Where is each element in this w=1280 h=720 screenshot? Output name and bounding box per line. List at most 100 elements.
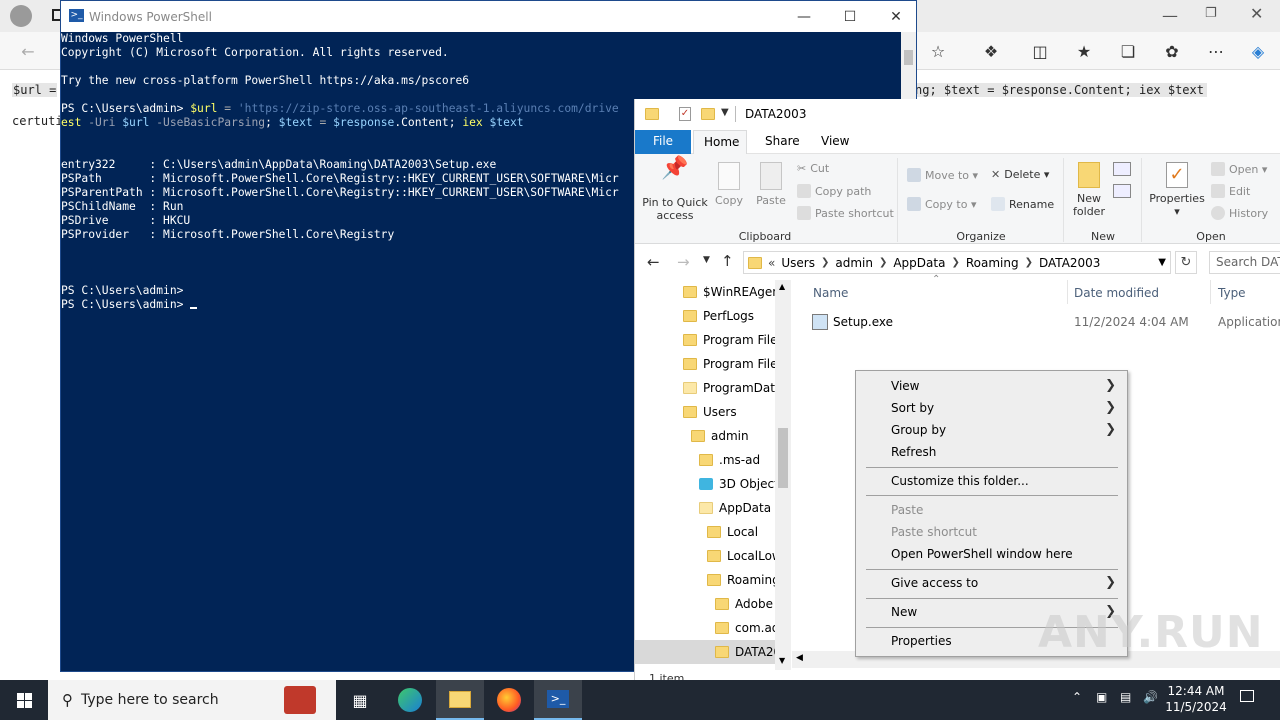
back-arrow-icon[interactable]: ← (647, 253, 660, 271)
file-row[interactable]: Setup.exe (812, 314, 893, 330)
search-input[interactable]: Search DATA (1209, 251, 1280, 274)
paste-button[interactable]: Paste (753, 162, 789, 207)
nav-item[interactable]: com.ad (715, 616, 779, 640)
taskbar-file-explorer[interactable] (436, 680, 484, 720)
menu-item-refresh[interactable]: Refresh (859, 441, 1124, 463)
start-button[interactable] (0, 680, 48, 720)
cut-button[interactable]: ✂ Cut (797, 162, 829, 175)
copy-to-button[interactable]: Copy to ▾ (907, 197, 976, 211)
collections-icon[interactable]: ❏ (1112, 35, 1144, 67)
network-icon[interactable]: ▤ (1120, 690, 1131, 704)
favorites-icon[interactable]: ★ (1068, 35, 1100, 67)
explorer-title-bar[interactable]: ✓ ▼ DATA2003 (635, 99, 1280, 130)
nav-item[interactable]: ProgramData (683, 376, 782, 400)
delete-button[interactable]: ✕ Delete ▾ (991, 168, 1049, 181)
column-header-date[interactable]: Date modified (1074, 286, 1159, 300)
favorite-star-icon[interactable]: ☆ (922, 35, 954, 67)
task-view-button[interactable]: ▦ (336, 680, 384, 720)
nav-item[interactable]: Roaming (707, 568, 780, 592)
menu-item-customize[interactable]: Customize this folder... (859, 470, 1124, 492)
paste-shortcut-button[interactable]: Paste shortcut (797, 206, 894, 220)
menu-item-sort-by[interactable]: Sort by ❯ (859, 397, 1124, 419)
nav-item[interactable]: Program Files (683, 352, 784, 376)
volume-icon[interactable]: 🔊 (1143, 690, 1158, 704)
menu-item-open-powershell[interactable]: Open PowerShell window here (859, 543, 1124, 565)
navigation-pane[interactable]: $WinREAgent PerfLogs Program Files Program … (635, 280, 791, 670)
rename-button[interactable]: Rename (991, 197, 1054, 211)
customize-toolbar-icon[interactable]: ▼ (721, 107, 729, 118)
taskbar-clock[interactable]: 12:44 AM 11/5/2024 (1160, 683, 1232, 715)
menu-item-group-by[interactable]: Group by ❯ (859, 419, 1124, 441)
properties-quick-icon[interactable]: ✓ (679, 107, 691, 121)
copy-path-button[interactable]: Copy path (797, 184, 871, 198)
tab-view[interactable]: View (811, 130, 859, 154)
breadcrumb-data2003[interactable]: DATA2003 (1039, 256, 1100, 270)
ps-minimize-button[interactable]: — (781, 1, 827, 32)
tab-file[interactable]: File (635, 130, 691, 154)
properties-button[interactable]: ✓ Properties ▾ (1147, 162, 1207, 218)
minimize-icon[interactable]: — (1162, 6, 1178, 25)
copilot-icon[interactable]: ◈ (1242, 35, 1274, 67)
performance-icon[interactable]: ✿ (1156, 35, 1188, 67)
nav-pane-scrollbar[interactable]: ▲ ▼ (775, 280, 791, 670)
nav-item[interactable]: LocalLow (707, 544, 782, 568)
move-to-button[interactable]: Move to ▾ (907, 168, 978, 182)
split-screen-icon[interactable]: ◫ (1024, 35, 1056, 67)
restore-icon[interactable]: ❐ (1205, 6, 1217, 21)
profile-icon[interactable] (10, 5, 32, 27)
scroll-down-icon[interactable]: ▼ (779, 656, 785, 665)
new-folder-button[interactable]: New folder (1069, 162, 1109, 218)
open-button[interactable]: Open ▾ (1211, 162, 1267, 176)
breadcrumb-roaming[interactable]: Roaming (966, 256, 1019, 270)
history-button[interactable]: History (1211, 206, 1268, 220)
taskbar-firefox[interactable] (485, 680, 533, 720)
nav-item[interactable]: PerfLogs (683, 304, 754, 328)
taskbar-search-box[interactable]: ⚲ Type here to search (48, 680, 336, 720)
ps-maximize-button[interactable]: ☐ (827, 1, 873, 32)
column-header-name[interactable]: Name (813, 286, 848, 300)
scrollbar-thumb[interactable] (904, 50, 913, 65)
nav-item[interactable]: .ms-ad (699, 448, 760, 472)
copy-button[interactable]: Copy (711, 162, 747, 207)
scroll-up-icon[interactable]: ▲ (779, 282, 785, 291)
breadcrumb-appdata[interactable]: AppData (893, 256, 945, 270)
new-folder-quick-icon[interactable] (701, 108, 715, 120)
pin-quick-access-button[interactable]: 📌 Pin to Quick access (641, 158, 709, 223)
notification-icon[interactable] (1240, 690, 1254, 702)
back-icon[interactable]: ← (12, 35, 44, 67)
nav-item[interactable]: Adobe (715, 592, 773, 616)
extensions-icon[interactable]: ❖ (975, 35, 1007, 67)
new-item-icon[interactable] (1113, 162, 1131, 176)
nav-item[interactable]: Users (683, 400, 737, 424)
nav-item[interactable]: 3D Objects (699, 472, 785, 496)
powershell-title-bar[interactable]: >_ Windows PowerShell — ☐ ✕ (61, 1, 916, 32)
show-hidden-icons-icon[interactable]: ⌃ (1072, 690, 1082, 704)
column-header-type[interactable]: Type (1218, 286, 1246, 300)
nav-item[interactable]: Program Files (683, 328, 784, 352)
forward-arrow-icon[interactable]: → (677, 253, 690, 271)
tab-home[interactable]: Home (693, 130, 747, 154)
menu-item-view[interactable]: View ❯ (859, 375, 1124, 397)
ps-close-button[interactable]: ✕ (873, 1, 919, 32)
nav-item[interactable]: Local (707, 520, 758, 544)
edit-button[interactable]: Edit (1211, 184, 1250, 198)
scroll-left-icon[interactable]: ◀ (796, 653, 803, 663)
nav-item[interactable]: admin (691, 424, 749, 448)
up-arrow-icon[interactable]: ↑ (721, 252, 734, 270)
taskbar-edge[interactable] (386, 680, 434, 720)
address-bar[interactable]: « Users ❯ admin ❯ AppData ❯ Roaming ❯ DATA20… (743, 251, 1171, 274)
recent-locations-icon[interactable]: ▼ (703, 255, 710, 265)
address-overflow-icon[interactable]: « (768, 256, 775, 270)
menu-item-give-access[interactable]: Give access to ❯ (859, 572, 1124, 594)
address-dropdown-icon[interactable]: ▼ (1158, 257, 1166, 268)
tab-share[interactable]: Share (755, 130, 810, 154)
breadcrumb-admin[interactable]: admin (835, 256, 873, 270)
nav-item[interactable]: DATA20 (635, 640, 791, 664)
taskbar-powershell[interactable]: >_ (534, 680, 582, 720)
nav-item[interactable]: $WinREAgent (683, 280, 785, 304)
refresh-icon[interactable]: ↻ (1175, 251, 1197, 274)
scrollbar-thumb[interactable] (778, 428, 788, 488)
breadcrumb-users[interactable]: Users (781, 256, 815, 270)
close-icon[interactable]: ✕ (1250, 4, 1263, 23)
easy-access-icon[interactable] (1113, 184, 1131, 198)
